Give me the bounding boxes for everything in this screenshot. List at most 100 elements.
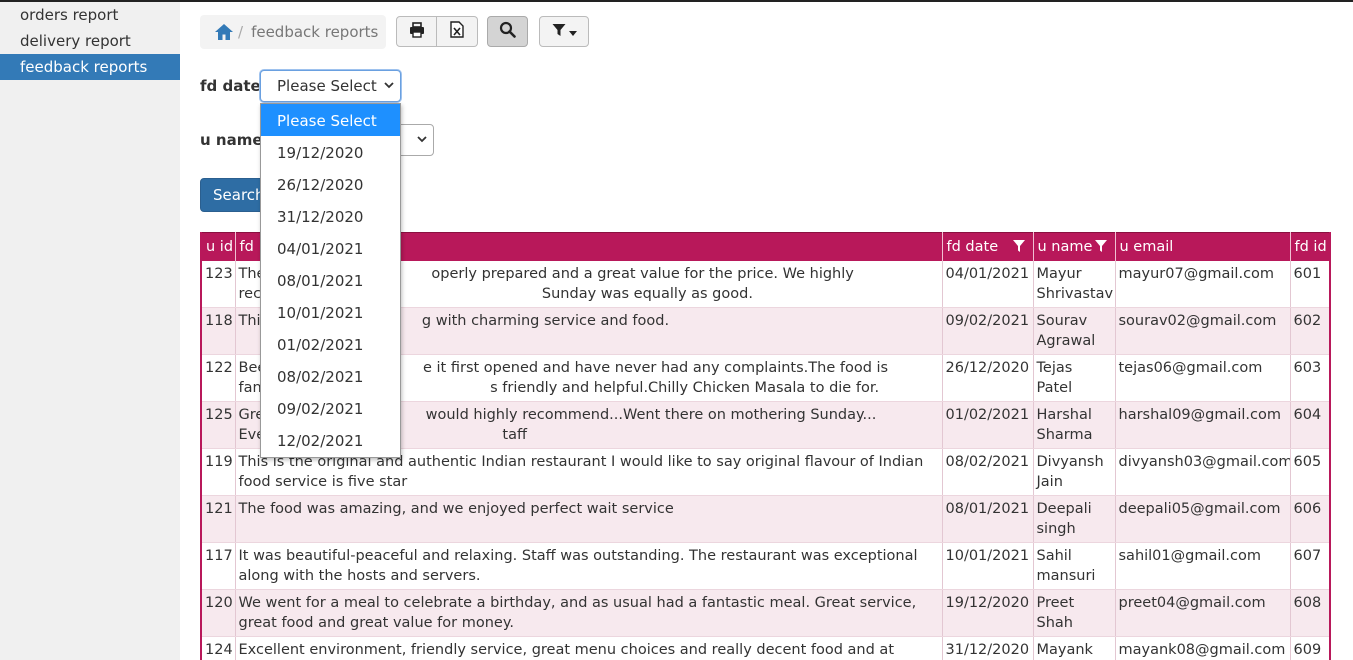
cell-fd-date: 26/12/2020	[942, 354, 1034, 402]
sidebar-item-delivery-report[interactable]: delivery report	[0, 28, 180, 54]
column-header-u-name[interactable]: u name	[1033, 232, 1116, 261]
table-row[interactable]: 120 We went for a meal to celebrate a bi…	[200, 589, 1331, 637]
main-content: / feedback reports fd date Please Select…	[180, 2, 1353, 660]
cell-fd-date: 10/01/2021	[942, 542, 1034, 590]
fd-date-selected-value: Please Select	[277, 77, 377, 95]
cell-fd-id: 604	[1290, 401, 1331, 449]
dropdown-option[interactable]: 08/01/2021	[261, 264, 400, 296]
dropdown-option[interactable]: 26/12/2020	[261, 168, 400, 200]
cell-u-id: 119	[200, 448, 236, 496]
cell-u-name: Sahil mansuri	[1033, 542, 1116, 590]
dropdown-option[interactable]: 10/01/2021	[261, 296, 400, 328]
cell-u-name: Tejas Patel	[1033, 354, 1116, 402]
fd-date-dropdown: Please Select 19/12/2020 26/12/2020 31/1…	[260, 103, 401, 458]
fd-date-label: fd date	[200, 77, 261, 95]
cell-fd-date: 31/12/2020	[942, 636, 1034, 660]
cell-u-email: divyansh03@gmail.com	[1115, 448, 1291, 496]
cell-fd: The food was amazing, and we enjoyed per…	[235, 495, 943, 543]
dropdown-option[interactable]: 01/02/2021	[261, 328, 400, 360]
chevron-down-icon	[417, 125, 427, 167]
fd-date-select[interactable]: Please Select	[260, 70, 401, 102]
export-button-group	[396, 16, 478, 47]
cell-u-id: 122	[200, 354, 236, 402]
cell-fd-id: 605	[1290, 448, 1331, 496]
cell-fd-id: 608	[1290, 589, 1331, 637]
dropdown-option[interactable]: 08/02/2021	[261, 360, 400, 392]
cell-u-name: Preet Shah	[1033, 589, 1116, 637]
filter-icon[interactable]	[1094, 239, 1107, 252]
cell-fd-id: 609	[1290, 636, 1331, 660]
breadcrumb-separator: /	[238, 23, 244, 41]
sidebar-item-orders-report[interactable]: orders report	[0, 2, 180, 28]
cell-fd: It was beautiful-peaceful and relaxing. …	[235, 542, 943, 590]
cell-u-id: 125	[200, 401, 236, 449]
cell-u-email: mayank08@gmail.com	[1115, 636, 1291, 660]
cell-fd-id: 606	[1290, 495, 1331, 543]
cell-u-name: Deepali singh	[1033, 495, 1116, 543]
table-row[interactable]: 124 Excellent environment, friendly serv…	[200, 636, 1331, 660]
column-header-fd-date[interactable]: fd date	[942, 232, 1034, 261]
chevron-down-icon	[568, 24, 577, 40]
cell-u-email: harshal09@gmail.com	[1115, 401, 1291, 449]
cell-u-email: preet04@gmail.com	[1115, 589, 1291, 637]
cell-fd-date: 08/02/2021	[942, 448, 1034, 496]
cell-u-name: Sourav Agrawal	[1033, 307, 1116, 355]
table-row[interactable]: 117 It was beautiful-peaceful and relaxi…	[200, 542, 1331, 590]
u-name-label: u name	[200, 131, 263, 149]
cell-u-id: 124	[200, 636, 236, 660]
cell-u-email: sahil01@gmail.com	[1115, 542, 1291, 590]
filter-menu-button[interactable]	[539, 16, 589, 47]
cell-u-email: sourav02@gmail.com	[1115, 307, 1291, 355]
search-icon	[499, 21, 516, 42]
cell-fd-id: 602	[1290, 307, 1331, 355]
cell-u-name: Mayur Shrivastav	[1033, 260, 1116, 308]
cell-u-name: Mayank	[1033, 636, 1116, 660]
cell-fd-date: 09/02/2021	[942, 307, 1034, 355]
cell-u-id: 121	[200, 495, 236, 543]
cell-u-email: tejas06@gmail.com	[1115, 354, 1291, 402]
dropdown-option[interactable]: 09/02/2021	[261, 392, 400, 424]
cell-fd-id: 603	[1290, 354, 1331, 402]
column-header-u-email[interactable]: u email	[1115, 232, 1291, 261]
cell-u-id: 123	[200, 260, 236, 308]
print-icon	[409, 21, 425, 42]
search-toggle-button[interactable]	[487, 16, 528, 47]
dropdown-option[interactable]: 19/12/2020	[261, 136, 400, 168]
breadcrumb-current: feedback reports	[251, 23, 379, 41]
cell-u-name: Divyansh Jain	[1033, 448, 1116, 496]
filter-toggle-group	[539, 16, 589, 47]
cell-fd-id: 601	[1290, 260, 1331, 308]
cell-u-email: mayur07@gmail.com	[1115, 260, 1291, 308]
filter-icon	[552, 23, 566, 41]
home-icon[interactable]	[214, 22, 234, 42]
column-header-fd-id[interactable]: fd id	[1290, 232, 1331, 261]
column-header-u-name-label: u name	[1037, 238, 1093, 255]
sidebar: orders report delivery report feedback r…	[0, 2, 180, 660]
dropdown-option[interactable]: 31/12/2020	[261, 200, 400, 232]
cell-fd-date: 08/01/2021	[942, 495, 1034, 543]
dropdown-option[interactable]: Please Select	[261, 104, 400, 136]
cell-u-id: 117	[200, 542, 236, 590]
excel-export-button[interactable]	[437, 16, 478, 47]
cell-fd-date: 19/12/2020	[942, 589, 1034, 637]
search-toggle-group	[487, 16, 528, 47]
cell-u-id: 118	[200, 307, 236, 355]
excel-icon	[450, 21, 464, 42]
cell-fd-date: 01/02/2021	[942, 401, 1034, 449]
dropdown-option[interactable]: 12/02/2021	[261, 424, 400, 456]
dropdown-option[interactable]: 04/01/2021	[261, 232, 400, 264]
sidebar-item-feedback-reports[interactable]: feedback reports	[0, 54, 180, 80]
cell-u-id: 120	[200, 589, 236, 637]
filter-icon[interactable]	[1012, 239, 1025, 252]
cell-fd: We went for a meal to celebrate a birthd…	[235, 589, 943, 637]
table-row[interactable]: 121 The food was amazing, and we enjoyed…	[200, 495, 1331, 543]
cell-fd-id: 607	[1290, 542, 1331, 590]
cell-fd-date: 04/01/2021	[942, 260, 1034, 308]
cell-u-name: Harshal Sharma	[1033, 401, 1116, 449]
breadcrumb: / feedback reports	[200, 15, 386, 49]
column-header-fd-date-label: fd date	[946, 238, 999, 255]
cell-u-email: deepali05@gmail.com	[1115, 495, 1291, 543]
cell-fd: Excellent environment, friendly service,…	[235, 636, 943, 660]
column-header-u-id[interactable]: u id	[200, 232, 236, 261]
print-button[interactable]	[396, 16, 437, 47]
